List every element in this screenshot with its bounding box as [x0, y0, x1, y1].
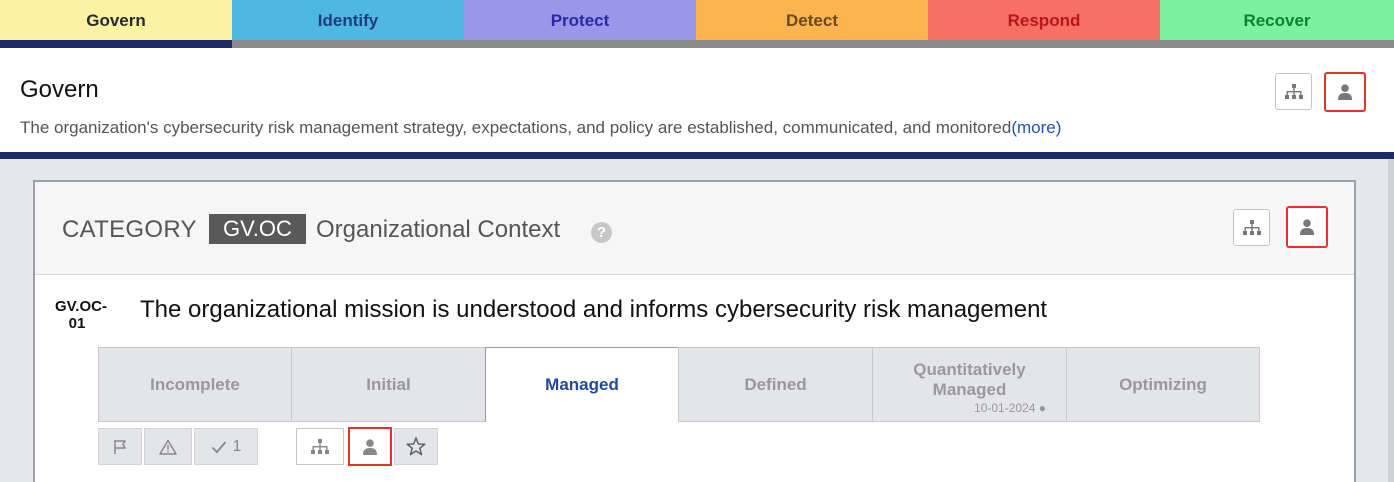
header-divider: [0, 152, 1394, 159]
function-title: Govern: [20, 76, 99, 103]
star-icon: [406, 437, 426, 456]
org-chart-icon: [1284, 83, 1303, 99]
level-label: Optimizing: [1119, 374, 1207, 394]
level-defined[interactable]: Defined: [678, 347, 873, 422]
star-button[interactable]: [394, 428, 438, 465]
flag-button[interactable]: [98, 428, 142, 465]
maturity-level-selector: Incomplete Initial Managed Defined Quant…: [98, 347, 1260, 422]
tab-underline: [696, 40, 928, 48]
tab-underline: [464, 40, 696, 48]
function-description-text: The organization's cybersecurity risk ma…: [20, 118, 1012, 137]
tab-label: Recover: [1160, 0, 1394, 40]
function-header: Govern The organization's cybersecurity …: [0, 48, 1394, 159]
tab-underline: [0, 40, 232, 48]
category-header: CATEGORY GV.OC Organizational Context ?: [35, 182, 1354, 275]
category-card: CATEGORY GV.OC Organizational Context ?: [33, 180, 1356, 482]
category-person-button[interactable]: [1286, 206, 1328, 248]
tab-recover[interactable]: Recover: [1160, 0, 1394, 48]
tab-identify[interactable]: Identify: [232, 0, 464, 48]
level-label: Defined: [744, 374, 807, 394]
category-code-badge: GV.OC: [209, 214, 306, 244]
level-label: Incomplete: [150, 374, 240, 394]
org-chart-button[interactable]: [296, 428, 344, 465]
level-label: Managed: [545, 375, 619, 394]
check-icon: [211, 440, 226, 453]
category-label: CATEGORY: [62, 216, 197, 243]
level-managed[interactable]: Managed: [485, 347, 679, 422]
warning-button[interactable]: [144, 428, 192, 465]
tab-label: Detect: [696, 0, 928, 40]
tab-protect[interactable]: Protect: [464, 0, 696, 48]
tab-label: Respond: [928, 0, 1160, 40]
level-label: Initial: [366, 374, 411, 394]
tab-label: Govern: [0, 0, 232, 40]
function-description: The organization's cybersecurity risk ma…: [20, 118, 1061, 138]
level-incomplete[interactable]: Incomplete: [98, 347, 292, 422]
person-icon: [1338, 84, 1352, 100]
tab-underline: [1160, 40, 1394, 48]
category-org-chart-button[interactable]: [1233, 209, 1270, 246]
person-button[interactable]: [348, 427, 392, 466]
person-button[interactable]: [1324, 72, 1366, 112]
help-icon[interactable]: ?: [591, 222, 612, 243]
tab-label: Identify: [232, 0, 464, 40]
org-chart-icon: [1242, 219, 1261, 235]
check-count: 1: [232, 437, 242, 455]
level-initial[interactable]: Initial: [291, 347, 486, 422]
subcategory-title: The organizational mission is understood…: [140, 296, 1048, 323]
scrollbar[interactable]: [1388, 159, 1394, 482]
tab-govern[interactable]: Govern: [0, 0, 232, 48]
tab-detect[interactable]: Detect: [696, 0, 928, 48]
org-chart-button[interactable]: [1275, 73, 1312, 110]
category-name: Organizational Context: [316, 216, 561, 243]
person-icon: [1300, 219, 1314, 235]
tab-label: Protect: [464, 0, 696, 40]
level-quantitatively-managed[interactable]: Quantitatively Managed 10-01-2024 ●: [872, 347, 1067, 422]
org-chart-icon: [311, 438, 329, 454]
flag-icon: [114, 439, 126, 454]
level-optimizing[interactable]: Optimizing: [1066, 347, 1260, 422]
tab-respond[interactable]: Respond: [928, 0, 1160, 48]
tab-underline: [232, 40, 464, 48]
function-tabs: Govern Identify Protect Detect Respond R…: [0, 0, 1394, 48]
level-label: Quantitatively Managed: [913, 359, 1026, 399]
more-link[interactable]: (more): [1011, 118, 1061, 137]
level-date: 10-01-2024 ●: [974, 401, 1046, 415]
subcategory-id: GV.OC-01: [55, 298, 107, 332]
tab-underline: [928, 40, 1160, 48]
check-button[interactable]: 1: [194, 428, 258, 465]
warning-icon: [159, 439, 177, 455]
person-icon: [363, 438, 377, 455]
